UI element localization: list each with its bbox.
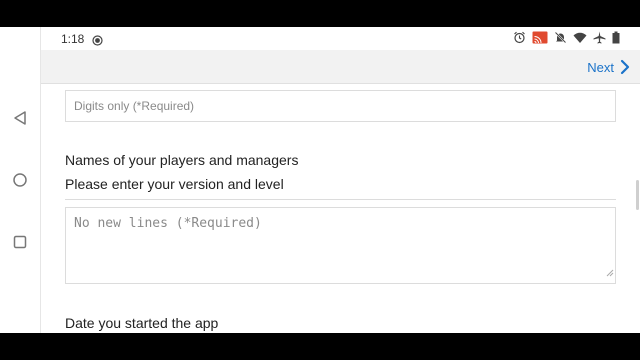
home-button[interactable] — [11, 171, 29, 189]
names-label: Names of your players and managers — [65, 152, 299, 168]
status-icons — [513, 31, 620, 44]
airplane-icon — [593, 31, 606, 44]
record-indicator-icon — [92, 33, 103, 51]
chevron-right-icon — [620, 59, 630, 75]
top-toolbar: Next — [41, 50, 640, 84]
navigation-rail — [0, 27, 41, 333]
date-label: Date you started the app — [65, 315, 219, 331]
resize-grip-icon[interactable] — [606, 264, 614, 282]
status-bar: 1:18 — [41, 27, 640, 50]
version-label: Please enter your version and level — [65, 176, 284, 192]
wifi-icon — [573, 32, 587, 44]
back-triangle-icon — [14, 111, 26, 125]
recents-square-icon — [13, 235, 27, 249]
recents-button[interactable] — [11, 233, 29, 251]
section-divider — [65, 199, 616, 200]
device-screen: 1:18 Next Digits only (*Required) Names … — [0, 27, 640, 333]
letterbox-bottom — [0, 333, 640, 360]
form-content: Names of your players and managers Pleas… — [41, 84, 640, 333]
next-button[interactable]: Next — [587, 56, 630, 78]
digits-field-container — [65, 90, 616, 122]
next-label: Next — [587, 59, 614, 75]
digits-input[interactable] — [66, 91, 615, 121]
status-time: 1:18 — [61, 32, 85, 46]
battery-icon — [612, 31, 620, 44]
version-textarea[interactable] — [66, 208, 615, 283]
notifications-off-icon — [554, 31, 567, 44]
alarm-icon — [513, 31, 526, 44]
scrollbar-thumb[interactable] — [636, 180, 639, 210]
version-field-container — [65, 207, 616, 284]
home-circle-icon — [13, 173, 27, 187]
cast-icon — [532, 31, 548, 44]
back-button[interactable] — [11, 109, 29, 127]
letterbox-top — [0, 0, 640, 27]
